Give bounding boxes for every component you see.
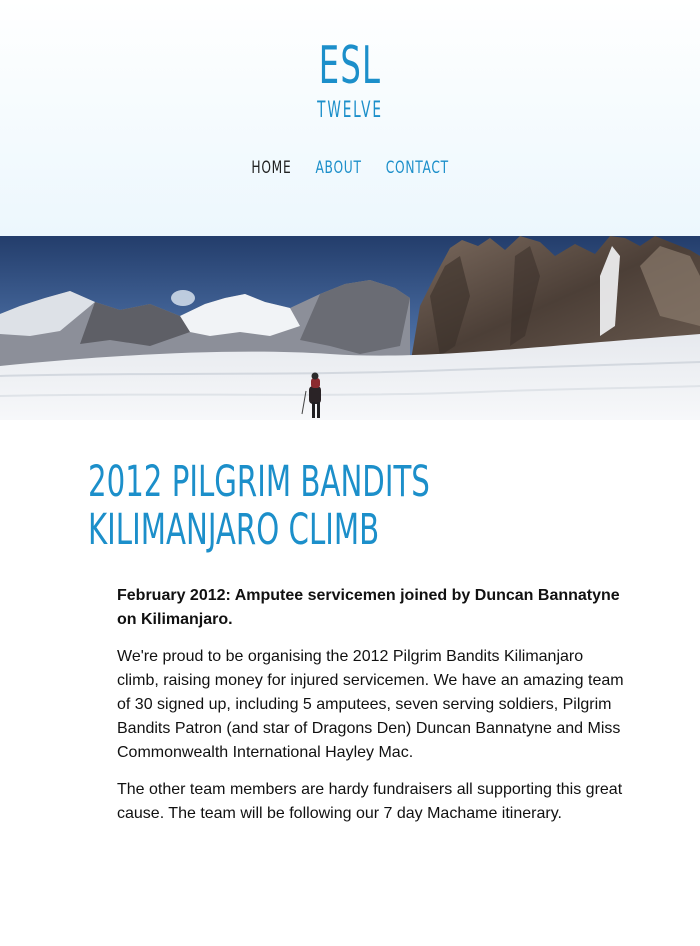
page-title-line-1: 2012 PILGRIM BANDITS — [88, 457, 430, 507]
page-title-line-2: KILIMANJARO CLIMB — [88, 505, 380, 555]
mountain-panorama-image — [0, 236, 700, 420]
article-paragraph-2: The other team members are hardy fundrai… — [117, 781, 623, 822]
nav-item-home[interactable]: HOME — [251, 158, 291, 178]
article-body: February 2012: Amputee servicemen joined… — [117, 584, 627, 839]
nav-item-contact[interactable]: CONTACT — [386, 158, 449, 178]
hero-banner-image — [0, 236, 700, 420]
logo-main-text: ESL — [318, 36, 382, 96]
nav-item-about[interactable]: ABOUT — [315, 158, 361, 178]
article-lead: February 2012: Amputee servicemen joined… — [117, 587, 620, 628]
site-logo[interactable]: ESL TWELVE — [0, 36, 700, 124]
main-nav: HOME ABOUT CONTACT — [0, 158, 700, 178]
logo-sub-text: TWELVE — [317, 98, 383, 123]
article-paragraph-1: We're proud to be organising the 2012 Pi… — [117, 648, 624, 761]
site-header: ESL TWELVE HOME ABOUT CONTACT — [0, 0, 700, 236]
page-title: 2012 PILGRIM BANDITS KILIMANJARO CLIMB — [88, 458, 430, 554]
